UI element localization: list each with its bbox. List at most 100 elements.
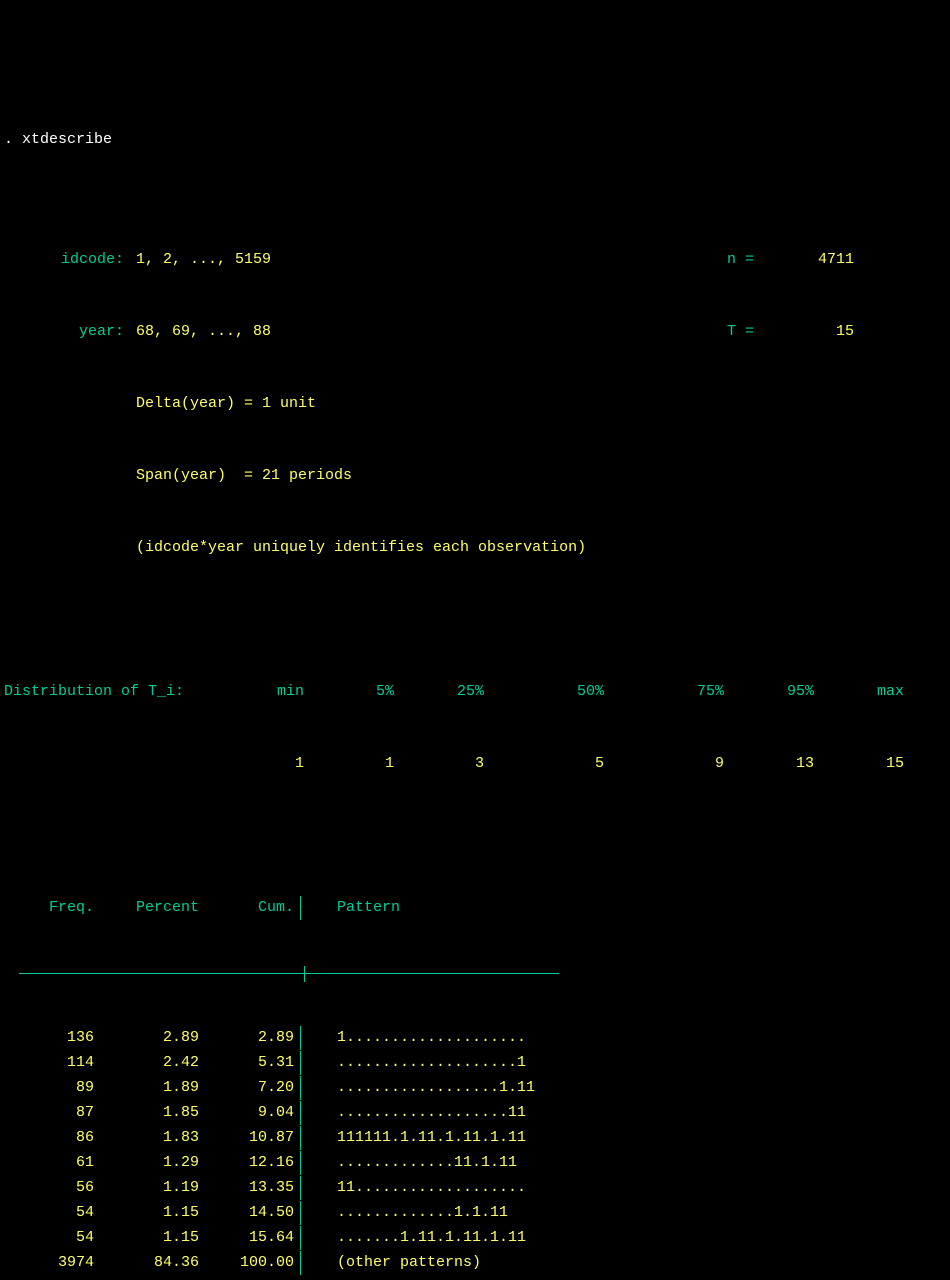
- separator-icon: [294, 1026, 313, 1051]
- row-pat: ....................1: [313, 1051, 526, 1076]
- row-pct: 1.15: [94, 1226, 199, 1251]
- freq-row: 1362.892.891....................: [4, 1026, 946, 1051]
- row-cum: 100.00: [199, 1251, 294, 1276]
- separator-icon: [294, 1151, 313, 1176]
- row-pat: ...................11: [313, 1101, 526, 1126]
- row-pct: 1.29: [94, 1151, 199, 1176]
- row-freq: 3974: [4, 1251, 94, 1276]
- freq-table-header: Freq.PercentCum. Pattern: [4, 896, 946, 921]
- row-freq: 56: [4, 1176, 94, 1201]
- row-pat: .............11.1.11: [313, 1151, 517, 1176]
- row-cum: 5.31: [199, 1051, 294, 1076]
- year-label: year:: [4, 320, 124, 344]
- dist-h-95: 95%: [724, 680, 814, 704]
- row-cum: 10.87: [199, 1126, 294, 1151]
- row-pat: 11...................: [313, 1176, 526, 1201]
- separator-icon: [294, 896, 313, 921]
- row-cum: 13.35: [199, 1176, 294, 1201]
- row-freq: 54: [4, 1226, 94, 1251]
- n-label: n =: [654, 248, 754, 272]
- freq-row: 891.897.20 ..................1.11: [4, 1076, 946, 1101]
- command-line: . xtdescribe: [4, 128, 946, 152]
- T-label: T =: [654, 320, 754, 344]
- span-text: Span(year) = 21 periods: [124, 464, 654, 488]
- row-freq: 61: [4, 1151, 94, 1176]
- delta-text: Delta(year) = 1 unit: [124, 392, 654, 416]
- unique-text: (idcode*year uniquely identifies each ob…: [124, 536, 654, 560]
- separator-icon: [294, 1126, 313, 1151]
- dist-h-25: 25%: [394, 680, 484, 704]
- row-freq: 114: [4, 1051, 94, 1076]
- n-value: 4711: [754, 248, 854, 272]
- unique-line: (idcode*year uniquely identifies each ob…: [4, 536, 946, 560]
- row-pat: 111111.1.11.1.11.1.11: [313, 1126, 526, 1151]
- divider-icon: [19, 973, 559, 974]
- separator-icon: [294, 1201, 313, 1226]
- row-freq: 89: [4, 1076, 94, 1101]
- delta-line: Delta(year) = 1 unit: [4, 392, 946, 416]
- dist-v-max: 15: [814, 752, 904, 776]
- row-pat: 1....................: [313, 1026, 526, 1051]
- row-cum: 14.50: [199, 1201, 294, 1226]
- row-cum: 12.16: [199, 1151, 294, 1176]
- dist-h-max: max: [814, 680, 904, 704]
- separator-icon: [294, 1176, 313, 1201]
- freq-row: 871.859.04 ...................11: [4, 1101, 946, 1126]
- separator-icon: [294, 1051, 313, 1076]
- terminal-output: . xtdescribe idcode:1, 2, ..., 5159n =47…: [4, 104, 946, 1280]
- dist-h-75: 75%: [604, 680, 724, 704]
- h-percent: Percent: [94, 896, 199, 921]
- row-cum: 9.04: [199, 1101, 294, 1126]
- dist-h-5: 5%: [304, 680, 394, 704]
- freq-row: 397484.36100.00 (other patterns): [4, 1251, 946, 1276]
- row-cum: 7.20: [199, 1076, 294, 1101]
- separator-icon: [294, 1076, 313, 1101]
- row-pct: 2.42: [94, 1051, 199, 1076]
- dist-v-95: 13: [724, 752, 814, 776]
- freq-row: 611.2912.16 .............11.1.11: [4, 1151, 946, 1176]
- h-cum: Cum.: [199, 896, 294, 921]
- row-pct: 1.83: [94, 1126, 199, 1151]
- h-pattern: Pattern: [313, 896, 400, 921]
- row-cum: 15.64: [199, 1226, 294, 1251]
- dist-value-row: 113591315: [4, 752, 946, 776]
- idcode-label: idcode:: [4, 248, 124, 272]
- row-freq: 54: [4, 1201, 94, 1226]
- row-pct: 1.15: [94, 1201, 199, 1226]
- freq-row: 541.1515.64 .......1.11.1.11.1.11: [4, 1226, 946, 1251]
- dist-header-row: Distribution of T_i:min5%25%50%75%95%max: [4, 680, 946, 704]
- row-cum: 2.89: [199, 1026, 294, 1051]
- year-value: 68, 69, ..., 88: [124, 320, 654, 344]
- row-pat: (other patterns): [313, 1251, 481, 1276]
- T-value: 15: [754, 320, 854, 344]
- row-pct: 1.19: [94, 1176, 199, 1201]
- separator-icon: [294, 1226, 313, 1251]
- row-pct: 2.89: [94, 1026, 199, 1051]
- row-pat: .......1.11.1.11.1.11: [313, 1226, 526, 1251]
- row-pat: .............1.1.11: [313, 1201, 508, 1226]
- separator-icon: [294, 1101, 313, 1126]
- dist-v-25: 3: [394, 752, 484, 776]
- row-pct: 1.89: [94, 1076, 199, 1101]
- freq-row: 541.1514.50 .............1.1.11: [4, 1201, 946, 1226]
- dist-v-75: 9: [604, 752, 724, 776]
- year-line: year:68, 69, ..., 88T =15: [4, 320, 946, 344]
- dist-v-min: 1: [214, 752, 304, 776]
- idcode-line: idcode:1, 2, ..., 5159n =4711: [4, 248, 946, 272]
- separator-icon: [294, 1251, 313, 1276]
- row-freq: 136: [4, 1026, 94, 1051]
- freq-row: 1142.425.31 ....................1: [4, 1051, 946, 1076]
- row-pct: 84.36: [94, 1251, 199, 1276]
- dist-h-min: min: [214, 680, 304, 704]
- idcode-value: 1, 2, ..., 5159: [124, 248, 654, 272]
- dist-h-50: 50%: [484, 680, 604, 704]
- h-freq: Freq.: [4, 896, 94, 921]
- row-pat: ..................1.11: [313, 1076, 535, 1101]
- span-line: Span(year) = 21 periods: [4, 464, 946, 488]
- row-freq: 86: [4, 1126, 94, 1151]
- row-freq: 87: [4, 1101, 94, 1126]
- dist-title: Distribution of T_i:: [4, 680, 214, 704]
- dist-v-50: 5: [484, 752, 604, 776]
- freq-row: 561.1913.35 11...................: [4, 1176, 946, 1201]
- row-pct: 1.85: [94, 1101, 199, 1126]
